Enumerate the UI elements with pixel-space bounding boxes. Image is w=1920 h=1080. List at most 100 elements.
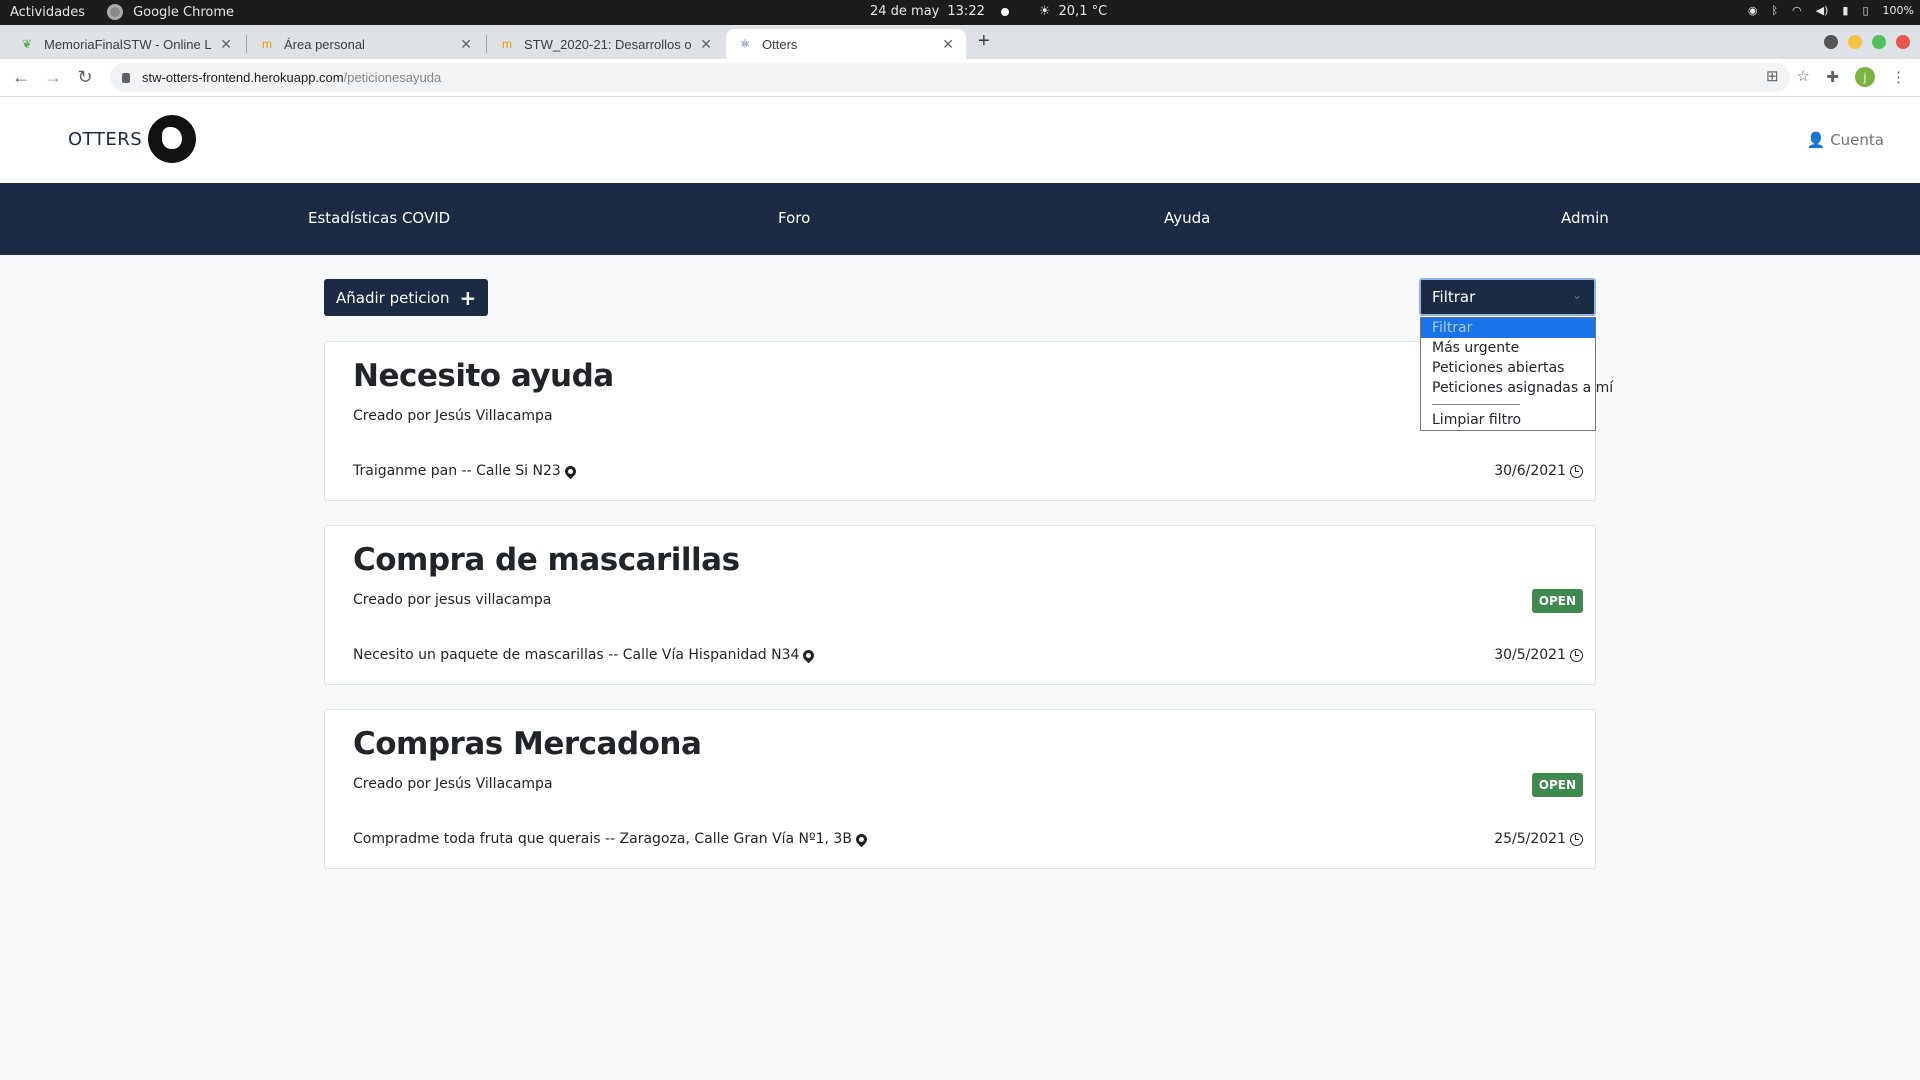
site-header: OTTERS 👤 Cuenta	[0, 97, 1920, 183]
wifi-icon[interactable]: ◠	[1792, 4, 1802, 17]
time-label: 13:22	[947, 4, 985, 19]
close-icon[interactable]: ✕	[220, 36, 232, 53]
reload-icon[interactable]: ↻	[74, 67, 96, 88]
filter-option-placeholder[interactable]: Filtrar	[1421, 318, 1595, 338]
add-request-button[interactable]: Añadir peticion +	[324, 279, 489, 316]
url-field[interactable]: stw-otters-frontend.herokuapp.com /petic…	[110, 63, 1790, 92]
microphone-icon[interactable]: ▮	[1842, 4, 1848, 17]
location-pin-icon	[801, 647, 817, 663]
bluetooth-icon[interactable]: ᛒ	[1771, 4, 1778, 17]
kebab-menu-icon[interactable]: ⋮	[1891, 68, 1906, 86]
request-card[interactable]: Compra de mascarillas Creado por jesus v…	[324, 525, 1596, 685]
tab-search-icon[interactable]	[1824, 35, 1838, 49]
extensions-puzzle-icon[interactable]: ✚	[1826, 68, 1839, 86]
chevron-down-icon: ⌄	[1571, 288, 1582, 302]
nav-estadisticas-covid[interactable]: Estadísticas COVID	[308, 209, 450, 227]
request-date: 30/5/2021	[1494, 647, 1583, 663]
request-description-text: Necesito un paquete de mascarillas -- Ca…	[353, 647, 800, 663]
address-bar: ← → ↻ stw-otters-frontend.herokuapp.com …	[0, 59, 1920, 97]
request-date-text: 25/5/2021	[1494, 831, 1566, 847]
new-tab-button[interactable]: +	[978, 30, 990, 53]
brand-link[interactable]: OTTERS	[68, 115, 197, 163]
location-pin-icon	[562, 463, 579, 479]
url-host: stw-otters-frontend.herokuapp.com	[142, 70, 344, 85]
nav-foro[interactable]: Foro	[778, 209, 810, 227]
tab-strip: ❦ MemoriaFinalSTW - Online LaTeX ✕ m Áre…	[0, 25, 1920, 59]
weather-label: 20,1 °C	[1058, 4, 1108, 19]
moodle-icon: m	[502, 37, 512, 51]
chrome-icon	[107, 4, 124, 20]
account-link[interactable]: 👤 Cuenta	[1807, 131, 1884, 149]
request-description-text: Compradme toda fruta que querais -- Zara…	[353, 831, 852, 847]
filter-dropdown-menu: Filtrar Más urgente Peticiones abiertas …	[1420, 317, 1613, 431]
lock-icon[interactable]	[122, 72, 130, 83]
request-date: 25/5/2021	[1494, 831, 1583, 847]
request-description: Necesito un paquete de mascarillas -- Ca…	[353, 647, 817, 663]
battery-icon[interactable]: ▯	[1862, 4, 1868, 17]
request-title: Compras Mercadona	[353, 726, 702, 762]
user-icon: 👤	[1806, 131, 1826, 149]
forward-arrow-icon[interactable]: →	[42, 67, 64, 88]
add-request-label: Añadir peticion	[336, 288, 450, 307]
nav-ayuda[interactable]: Ayuda	[1164, 209, 1210, 227]
maximize-button[interactable]	[1872, 35, 1886, 49]
weather-icon: ☀	[1038, 4, 1051, 19]
request-title: Necesito ayuda	[353, 358, 614, 394]
request-date: 30/6/2021	[1494, 463, 1583, 479]
close-icon[interactable]: ✕	[700, 36, 712, 53]
filter-value: Filtrar	[1432, 288, 1476, 306]
close-window-button[interactable]	[1896, 35, 1910, 49]
filter-option-most-urgent[interactable]: Más urgente	[1421, 338, 1595, 358]
nav-admin[interactable]: Admin	[1561, 209, 1609, 227]
filter-select[interactable]: Filtrar ⌄	[1419, 278, 1596, 316]
otter-logo-icon	[148, 115, 197, 163]
request-description: Traiganme pan -- Calle Si N23	[353, 463, 579, 479]
request-author: Creado por Jesús Villacampa	[353, 776, 553, 792]
request-author: Creado por jesus villacampa	[353, 592, 552, 608]
translate-icon[interactable]: ⊞	[1766, 67, 1779, 85]
url-path: /peticionesayuda	[343, 70, 442, 85]
tab-area-personal[interactable]: m Área personal ✕	[248, 29, 484, 59]
request-card[interactable]: Compras Mercadona Creado por Jesús Villa…	[324, 709, 1596, 869]
tab-title: STW_2020-21: Desarrollos opcionales	[524, 36, 692, 52]
request-card[interactable]: Necesito ayuda Creado por Jesús Villacam…	[324, 341, 1596, 501]
tab-otters[interactable]: ⚛ Otters ✕	[726, 29, 966, 59]
profile-avatar[interactable]: j	[1855, 67, 1875, 87]
filter-option-open[interactable]: Peticiones abiertas	[1421, 358, 1595, 378]
volume-icon[interactable]: ◀)	[1816, 4, 1829, 17]
clock-icon	[1570, 464, 1583, 478]
tab-title: Área personal	[284, 36, 365, 52]
filter-option-clear[interactable]: Limpiar filtro	[1421, 410, 1595, 430]
plus-icon: +	[459, 285, 477, 310]
request-title: Compra de mascarillas	[353, 542, 740, 578]
tab-overleaf[interactable]: ❦ MemoriaFinalSTW - Online LaTeX ✕	[8, 29, 244, 59]
notification-dot-icon	[1000, 7, 1009, 16]
close-icon[interactable]: ✕	[942, 36, 954, 53]
main-nav: Estadísticas COVID Foro Ayuda Admin	[0, 183, 1920, 255]
request-date-text: 30/5/2021	[1494, 647, 1566, 663]
back-arrow-icon[interactable]: ←	[10, 67, 32, 88]
clock-icon	[1570, 832, 1583, 846]
tab-divider	[246, 35, 247, 53]
app-menu[interactable]: Google Chrome	[133, 5, 234, 20]
clock-area[interactable]: 24 de may 13:22 ☀ 20,1 °C	[870, 4, 1107, 19]
account-label: Cuenta	[1830, 131, 1884, 149]
moodle-icon: m	[262, 37, 272, 51]
minimize-button[interactable]	[1848, 35, 1862, 49]
tab-divider	[486, 35, 487, 53]
activities-button[interactable]: Actividades	[10, 5, 85, 20]
discord-icon[interactable]: ◉	[1748, 4, 1758, 17]
request-description: Compradme toda fruta que querais -- Zara…	[353, 831, 870, 847]
date-label: 24 de may	[870, 4, 940, 19]
location-pin-icon	[853, 831, 870, 847]
status-badge: OPEN	[1531, 589, 1583, 613]
window-controls	[1824, 35, 1910, 49]
battery-label: 100%	[1882, 4, 1914, 17]
request-description-text: Traiganme pan -- Calle Si N23	[353, 463, 561, 479]
bookmark-star-icon[interactable]: ☆	[1797, 67, 1810, 85]
close-icon[interactable]: ✕	[460, 36, 472, 53]
filter-option-assigned[interactable]: Peticiones asignadas a mí	[1421, 378, 1613, 398]
tab-title: Otters	[762, 36, 798, 52]
tab-stw[interactable]: m STW_2020-21: Desarrollos opcionales ✕	[488, 29, 724, 59]
os-top-bar: Actividades Google Chrome 24 de may 13:2…	[0, 0, 1920, 25]
